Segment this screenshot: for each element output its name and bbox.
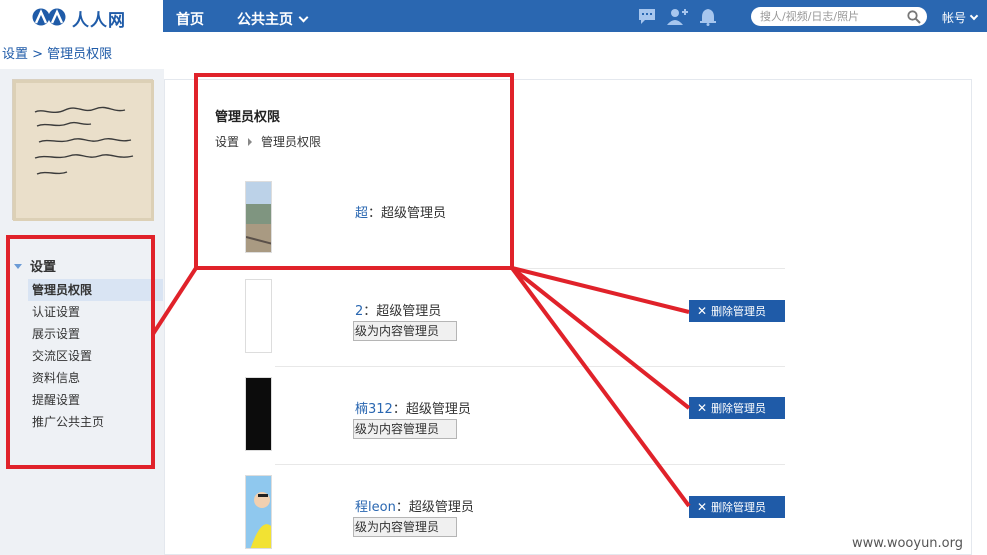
row-divider bbox=[275, 268, 785, 269]
demote-to-content-admin-button[interactable]: 降级为内容管理员 bbox=[353, 321, 457, 341]
chevron-down-icon bbox=[969, 11, 979, 21]
search-box[interactable] bbox=[751, 7, 927, 26]
admin-photo-2 bbox=[246, 280, 271, 352]
settings-heading-label: 设置 bbox=[30, 260, 57, 275]
sidebar-item-community[interactable]: 交流区设置 bbox=[28, 345, 163, 367]
watermark: www.wooyun.org bbox=[852, 536, 964, 551]
delete-admin-label: 删除管理员 bbox=[711, 501, 767, 514]
admin-name-link[interactable]: 超 bbox=[355, 206, 368, 221]
admin-photo-4 bbox=[246, 476, 271, 548]
account-menu[interactable]: 帐号 bbox=[942, 9, 979, 26]
nav-public-pages-label: 公共主页 bbox=[237, 12, 293, 28]
breadcrumb[interactable]: 设置 > 管理员权限 bbox=[2, 43, 112, 62]
sidebar-item-admin-permissions[interactable]: 管理员权限 bbox=[28, 279, 163, 301]
delete-admin-label: 删除管理员 bbox=[711, 305, 767, 318]
admin-entry: 2：超级管理员 bbox=[355, 300, 441, 319]
admin-avatar[interactable] bbox=[245, 181, 272, 253]
crumb-settings-link[interactable]: 设置 bbox=[215, 135, 239, 149]
crumb-arrow-icon bbox=[248, 138, 253, 146]
bell-icon[interactable] bbox=[698, 8, 718, 26]
chevron-down-icon bbox=[298, 12, 309, 23]
whiteout bbox=[273, 276, 353, 356]
admin-entry: 楠312：超级管理员 bbox=[355, 398, 471, 417]
page-avatar[interactable] bbox=[10, 77, 157, 224]
whiteout bbox=[273, 472, 353, 552]
add-friend-icon[interactable] bbox=[666, 8, 688, 25]
settings-menu-heading[interactable]: 设置 bbox=[14, 256, 56, 275]
admin-role: ：超级管理员 bbox=[363, 304, 442, 319]
admin-role: ：超级管理员 bbox=[368, 206, 447, 221]
search-icon[interactable] bbox=[907, 10, 921, 24]
admin-entry: 程leon：超级管理员 bbox=[355, 496, 474, 515]
admin-entry: 超：超级管理员 bbox=[355, 202, 446, 221]
demote-to-content-admin-button[interactable]: 降级为内容管理员 bbox=[353, 517, 457, 537]
delete-admin-button[interactable]: ✕ 删除管理员 bbox=[689, 397, 785, 419]
sidebar-item-verification[interactable]: 认证设置 bbox=[28, 301, 163, 323]
nav-public-pages-menu[interactable]: 公共主页 bbox=[237, 9, 309, 29]
expand-triangle-icon bbox=[14, 264, 22, 269]
delete-admin-label: 删除管理员 bbox=[711, 402, 767, 415]
sidebar-item-notifications[interactable]: 提醒设置 bbox=[28, 389, 163, 411]
admin-role: ：超级管理员 bbox=[395, 500, 474, 515]
admin-avatar[interactable] bbox=[245, 377, 272, 451]
close-icon: ✕ bbox=[697, 500, 708, 514]
admin-role: ：超级管理员 bbox=[392, 402, 471, 417]
whiteout bbox=[273, 178, 353, 258]
whiteout bbox=[273, 374, 353, 454]
admin-name-link[interactable]: 楠312 bbox=[355, 402, 393, 417]
nav-home-link[interactable]: 首页 bbox=[176, 9, 204, 29]
close-icon: ✕ bbox=[697, 401, 708, 415]
close-icon: ✕ bbox=[697, 304, 708, 318]
panel-breadcrumb: 设置 管理员权限 bbox=[215, 133, 321, 150]
top-nav-bar: 人人网 首页 公共主页 帐号 bbox=[0, 0, 987, 32]
search-input[interactable] bbox=[760, 8, 900, 25]
logo-mark-icon bbox=[32, 8, 66, 26]
crumb-current: 管理员权限 bbox=[261, 135, 322, 149]
admin-avatar[interactable] bbox=[245, 279, 272, 353]
admin-avatar[interactable] bbox=[245, 475, 272, 549]
delete-admin-button[interactable]: ✕ 删除管理员 bbox=[689, 300, 785, 322]
chat-icon[interactable] bbox=[637, 8, 657, 25]
logo-text: 人人网 bbox=[72, 11, 126, 31]
account-label: 帐号 bbox=[942, 11, 967, 25]
sidebar-item-display[interactable]: 展示设置 bbox=[28, 323, 163, 345]
sidebar-item-promote[interactable]: 推广公共主页 bbox=[28, 411, 163, 433]
delete-admin-button[interactable]: ✕ 删除管理员 bbox=[689, 496, 785, 518]
admin-photo-1 bbox=[246, 182, 271, 252]
handwriting-image bbox=[10, 77, 157, 224]
row-divider bbox=[275, 366, 785, 367]
row-divider bbox=[275, 464, 785, 465]
admin-photo-3 bbox=[246, 378, 271, 450]
page-title: 管理员权限 bbox=[215, 110, 281, 125]
admin-name-link[interactable]: 程leon bbox=[355, 500, 396, 515]
sidebar-item-profile-info[interactable]: 资料信息 bbox=[28, 367, 163, 389]
demote-to-content-admin-button[interactable]: 降级为内容管理员 bbox=[353, 419, 457, 439]
renren-logo[interactable]: 人人网 bbox=[0, 0, 163, 32]
